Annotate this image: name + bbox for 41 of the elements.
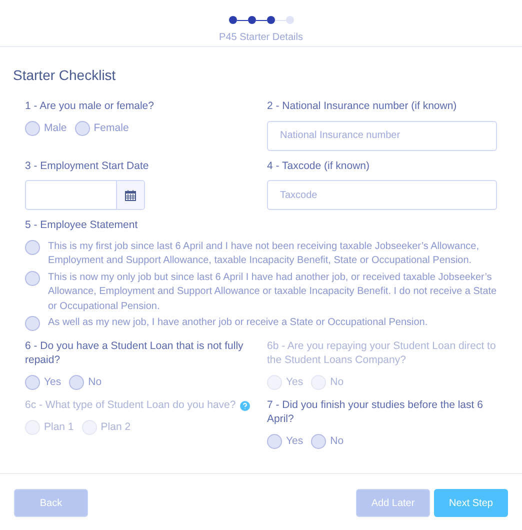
radio-button[interactable]: [267, 434, 282, 450]
question-label: 5 - Employee Statement: [25, 219, 138, 233]
option-label: Yes: [286, 434, 304, 449]
text-field[interactable]: Taxcode: [267, 180, 497, 210]
option-label: Yes: [286, 374, 304, 390]
option-label: Plan 1: [44, 420, 74, 436]
option-label: No: [330, 374, 344, 390]
radio-button[interactable]: [25, 240, 40, 255]
option-label: No: [88, 374, 102, 390]
button[interactable]: Back: [14, 489, 88, 517]
radio-button[interactable]: [74, 121, 90, 136]
statement-text: This is now my only job but since last 6 April I have had another job, or received taxable Jobseeker’s Allowance, Employment and Support Allowance or taxable Incapacity Benefit. I do not receive a State or Occupational Pension.: [48, 270, 497, 314]
calendar-icon: [125, 190, 136, 201]
radio-button[interactable]: [311, 434, 326, 450]
radio-button[interactable]: [25, 121, 40, 136]
page-title: Starter Checklist: [13, 66, 117, 85]
question-label: 6b - Are you repaying your Student Loan direct to the Student Loans Company?: [267, 340, 497, 368]
option-label: Male: [44, 120, 67, 136]
step-label: P45 Starter Details: [219, 31, 303, 45]
button[interactable]: Add Later: [356, 489, 430, 517]
radio-button[interactable]: [25, 375, 40, 390]
date-field[interactable]: [25, 180, 145, 210]
statement-text: This is my first job since last 6 April and I have not been receiving taxable Jobseeker’s Allowance, Employment and Support Allowance, taxable Incapacity Benefit, State or Occupational Pension.: [48, 240, 480, 268]
calendar-button[interactable]: [116, 181, 144, 210]
question-label: 3 - Employment Start Date: [25, 160, 149, 174]
option-label: Yes: [44, 374, 62, 390]
radio-button[interactable]: [69, 375, 84, 390]
radio-button[interactable]: [25, 316, 40, 332]
radio-button[interactable]: [25, 270, 40, 286]
question-label: 4 - Taxcode (if known): [267, 160, 370, 174]
question-label: 6c - What type of Student Loan do you have?: [25, 399, 236, 414]
question-label: 7 - Did you finish your studies before the last 6 April?: [267, 399, 484, 427]
question-label: 6 - Do you have a Student Loan that is not fully repaid?: [25, 340, 244, 368]
question-label: 2 - National Insurance number (if known): [267, 100, 457, 114]
option-label: No: [330, 434, 344, 449]
option-label: Plan 2: [100, 420, 131, 436]
question-label: 1 - Are you male or female?: [25, 100, 154, 114]
option-label: Female: [94, 120, 129, 136]
text-field[interactable]: National Insurance number: [267, 120, 497, 151]
button[interactable]: Next Step: [434, 489, 508, 517]
statement-text: As well as my new job, I have another job or receive a State or Occupational Pension.: [48, 316, 428, 330]
